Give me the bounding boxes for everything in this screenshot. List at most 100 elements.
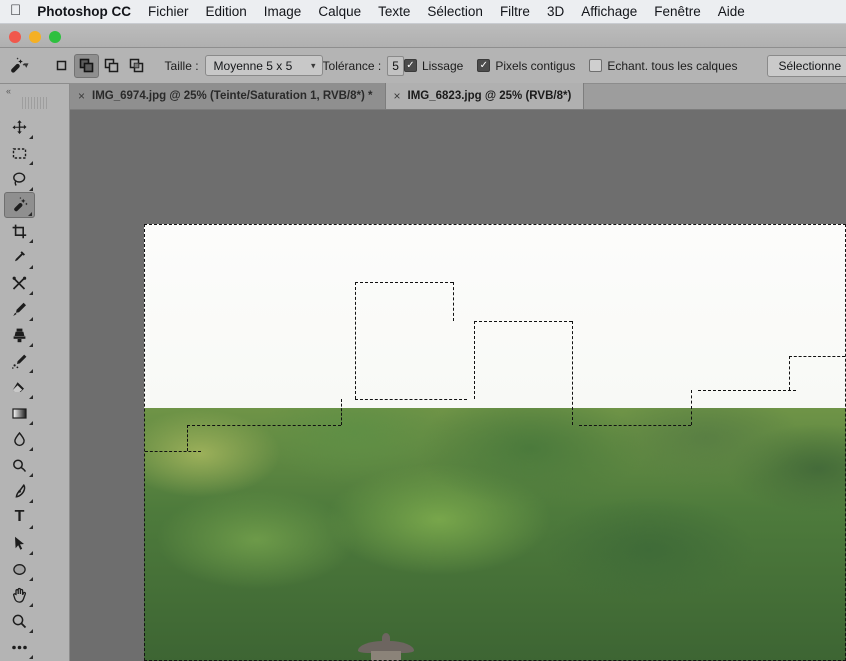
- menu-item-image[interactable]: Image: [264, 4, 302, 19]
- tool-submenu-indicator: [29, 317, 33, 321]
- menu-item-photoshop-cc[interactable]: Photoshop CC: [37, 4, 131, 19]
- tool-submenu-indicator: [29, 629, 33, 633]
- tool-list: T: [0, 112, 69, 660]
- healing-brush-tool[interactable]: [4, 270, 35, 296]
- menu-item-selection[interactable]: Sélection: [427, 4, 483, 19]
- selection-mode-group: [49, 53, 149, 78]
- document-tab-bar: × IMG_6974.jpg @ 25% (Teinte/Saturation …: [70, 83, 846, 110]
- anti-alias-label: Lissage: [421, 58, 464, 73]
- subtract-from-selection-button[interactable]: [99, 54, 124, 78]
- type-tool-glyph: T: [14, 508, 25, 525]
- tools-panel-grip[interactable]: [21, 97, 48, 109]
- tool-submenu-indicator: [29, 551, 33, 555]
- contiguous-checkbox[interactable]: ✓: [477, 59, 491, 72]
- tool-submenu-indicator: [29, 395, 33, 399]
- crop-tool[interactable]: [4, 218, 35, 244]
- tool-submenu-indicator: [29, 499, 33, 503]
- zoom-tool[interactable]: [4, 608, 35, 634]
- zoom-button[interactable]: [49, 31, 61, 43]
- apple-logo-icon[interactable]: : [10, 3, 21, 18]
- contiguous-label: Pixels contigus: [495, 58, 576, 73]
- tool-submenu-indicator: [29, 525, 33, 529]
- document-tab-title: IMG_6823.jpg @ 25% (RVB/8*): [407, 90, 572, 102]
- gradient-tool[interactable]: [4, 400, 35, 426]
- pen-tool[interactable]: [4, 478, 35, 504]
- blur-tool[interactable]: [4, 426, 35, 452]
- macos-menu-bar:  Photoshop CC Fichier Edition Image Cal…: [0, 0, 846, 24]
- document-tab-img-6823[interactable]: × IMG_6823.jpg @ 25% (RVB/8*): [385, 83, 585, 109]
- menu-item-fenetre[interactable]: Fenêtre: [654, 4, 701, 19]
- lasso-tool[interactable]: [4, 166, 35, 192]
- tool-submenu-indicator: [29, 161, 33, 165]
- hand-tool[interactable]: [4, 582, 35, 608]
- chevron-down-icon: ▾: [311, 60, 316, 70]
- anti-alias-checkbox-row[interactable]: ✓ Lissage: [403, 58, 464, 73]
- contiguous-checkbox-row[interactable]: ✓ Pixels contigus: [477, 59, 575, 73]
- history-brush-tool[interactable]: [4, 348, 35, 374]
- menu-item-texte[interactable]: Texte: [378, 4, 410, 19]
- tool-submenu-indicator: [29, 577, 33, 581]
- photo-stone-lantern: [358, 633, 415, 661]
- tool-submenu-indicator: [29, 265, 33, 269]
- sample-size-label: Taille :: [164, 58, 199, 73]
- sample-all-layers-checkbox-row[interactable]: Echant. tous les calques: [589, 59, 737, 73]
- close-button[interactable]: [9, 31, 21, 43]
- sample-size-select[interactable]: Moyenne 5 x 5 ▾: [204, 55, 323, 76]
- tolerance-input[interactable]: 5: [387, 55, 404, 76]
- photo-forest-canopy: [144, 224, 846, 661]
- application-window: ▾ Taille: Moyenne 5 x 5 ▾ Tolérance: 5…: [0, 24, 846, 661]
- sample-all-layers-label: Echant. tous les calques: [607, 58, 738, 73]
- menu-item-filtre[interactable]: Filtre: [500, 4, 530, 19]
- tool-preset-chevron-down-icon[interactable]: ▾: [24, 60, 29, 71]
- menu-item-calque[interactable]: Calque: [318, 4, 361, 19]
- intersect-with-selection-button[interactable]: [124, 54, 149, 78]
- clone-stamp-tool[interactable]: [4, 322, 35, 348]
- document-tab-img-6974[interactable]: × IMG_6974.jpg @ 25% (Teinte/Saturation …: [70, 83, 386, 109]
- close-icon[interactable]: ×: [394, 89, 401, 103]
- tool-submenu-indicator: [29, 655, 33, 659]
- tool-submenu-indicator: [29, 135, 33, 139]
- type-tool[interactable]: T: [4, 504, 35, 530]
- eyedropper-tool[interactable]: [4, 244, 35, 270]
- dodge-tool[interactable]: [4, 452, 35, 478]
- window-title-bar: [0, 24, 846, 48]
- tool-submenu-indicator: [29, 447, 33, 451]
- minimize-button[interactable]: [29, 31, 41, 43]
- tool-submenu-indicator: [29, 239, 33, 243]
- document-tab-title: IMG_6974.jpg @ 25% (Teinte/Saturation 1,…: [92, 90, 373, 102]
- brush-tool[interactable]: [4, 296, 35, 322]
- close-icon[interactable]: ×: [78, 89, 85, 103]
- document-canvas[interactable]: [144, 224, 846, 661]
- rectangular-marquee-tool[interactable]: [4, 140, 35, 166]
- tool-submenu-indicator: [29, 187, 33, 191]
- collapse-chevrons-icon: ‹‹: [6, 85, 11, 96]
- tool-submenu-indicator: [29, 603, 33, 607]
- tolerance-label: Tolérance :: [322, 58, 382, 73]
- magic-wand-tool[interactable]: [4, 192, 35, 218]
- tool-options-bar: ▾ Taille: Moyenne 5 x 5 ▾ Tolérance: 5…: [0, 48, 846, 84]
- menu-item-affichage[interactable]: Affichage: [581, 4, 637, 19]
- canvas-workspace[interactable]: [70, 110, 846, 661]
- photoshop-application-window:  Photoshop CC Fichier Edition Image Cal…: [0, 0, 846, 661]
- menu-item-fichier[interactable]: Fichier: [148, 4, 189, 19]
- menu-item-aide[interactable]: Aide: [718, 4, 745, 19]
- photo-forest-region: [144, 407, 846, 661]
- add-to-selection-button[interactable]: [73, 53, 99, 78]
- tools-panel-collapse-button[interactable]: ‹‹: [0, 84, 69, 97]
- refine-edge-button[interactable]: Sélectionne: [767, 54, 846, 77]
- tool-submenu-indicator: [29, 369, 33, 373]
- new-selection-button[interactable]: [49, 54, 74, 78]
- tool-submenu-indicator: [29, 343, 33, 347]
- move-tool[interactable]: [4, 114, 35, 140]
- sample-all-layers-checkbox[interactable]: [589, 59, 603, 72]
- edit-toolbar-tool[interactable]: [4, 634, 35, 660]
- tool-submenu-indicator: [29, 291, 33, 295]
- ellipse-shape-tool[interactable]: [4, 556, 35, 582]
- menu-item-3d[interactable]: 3D: [547, 4, 564, 19]
- menu-item-edition[interactable]: Edition: [206, 4, 247, 19]
- tool-submenu-indicator: [28, 212, 32, 216]
- tool-submenu-indicator: [29, 473, 33, 477]
- eraser-tool[interactable]: [4, 374, 35, 400]
- anti-alias-checkbox[interactable]: ✓: [403, 59, 417, 72]
- path-selection-tool[interactable]: [4, 530, 35, 556]
